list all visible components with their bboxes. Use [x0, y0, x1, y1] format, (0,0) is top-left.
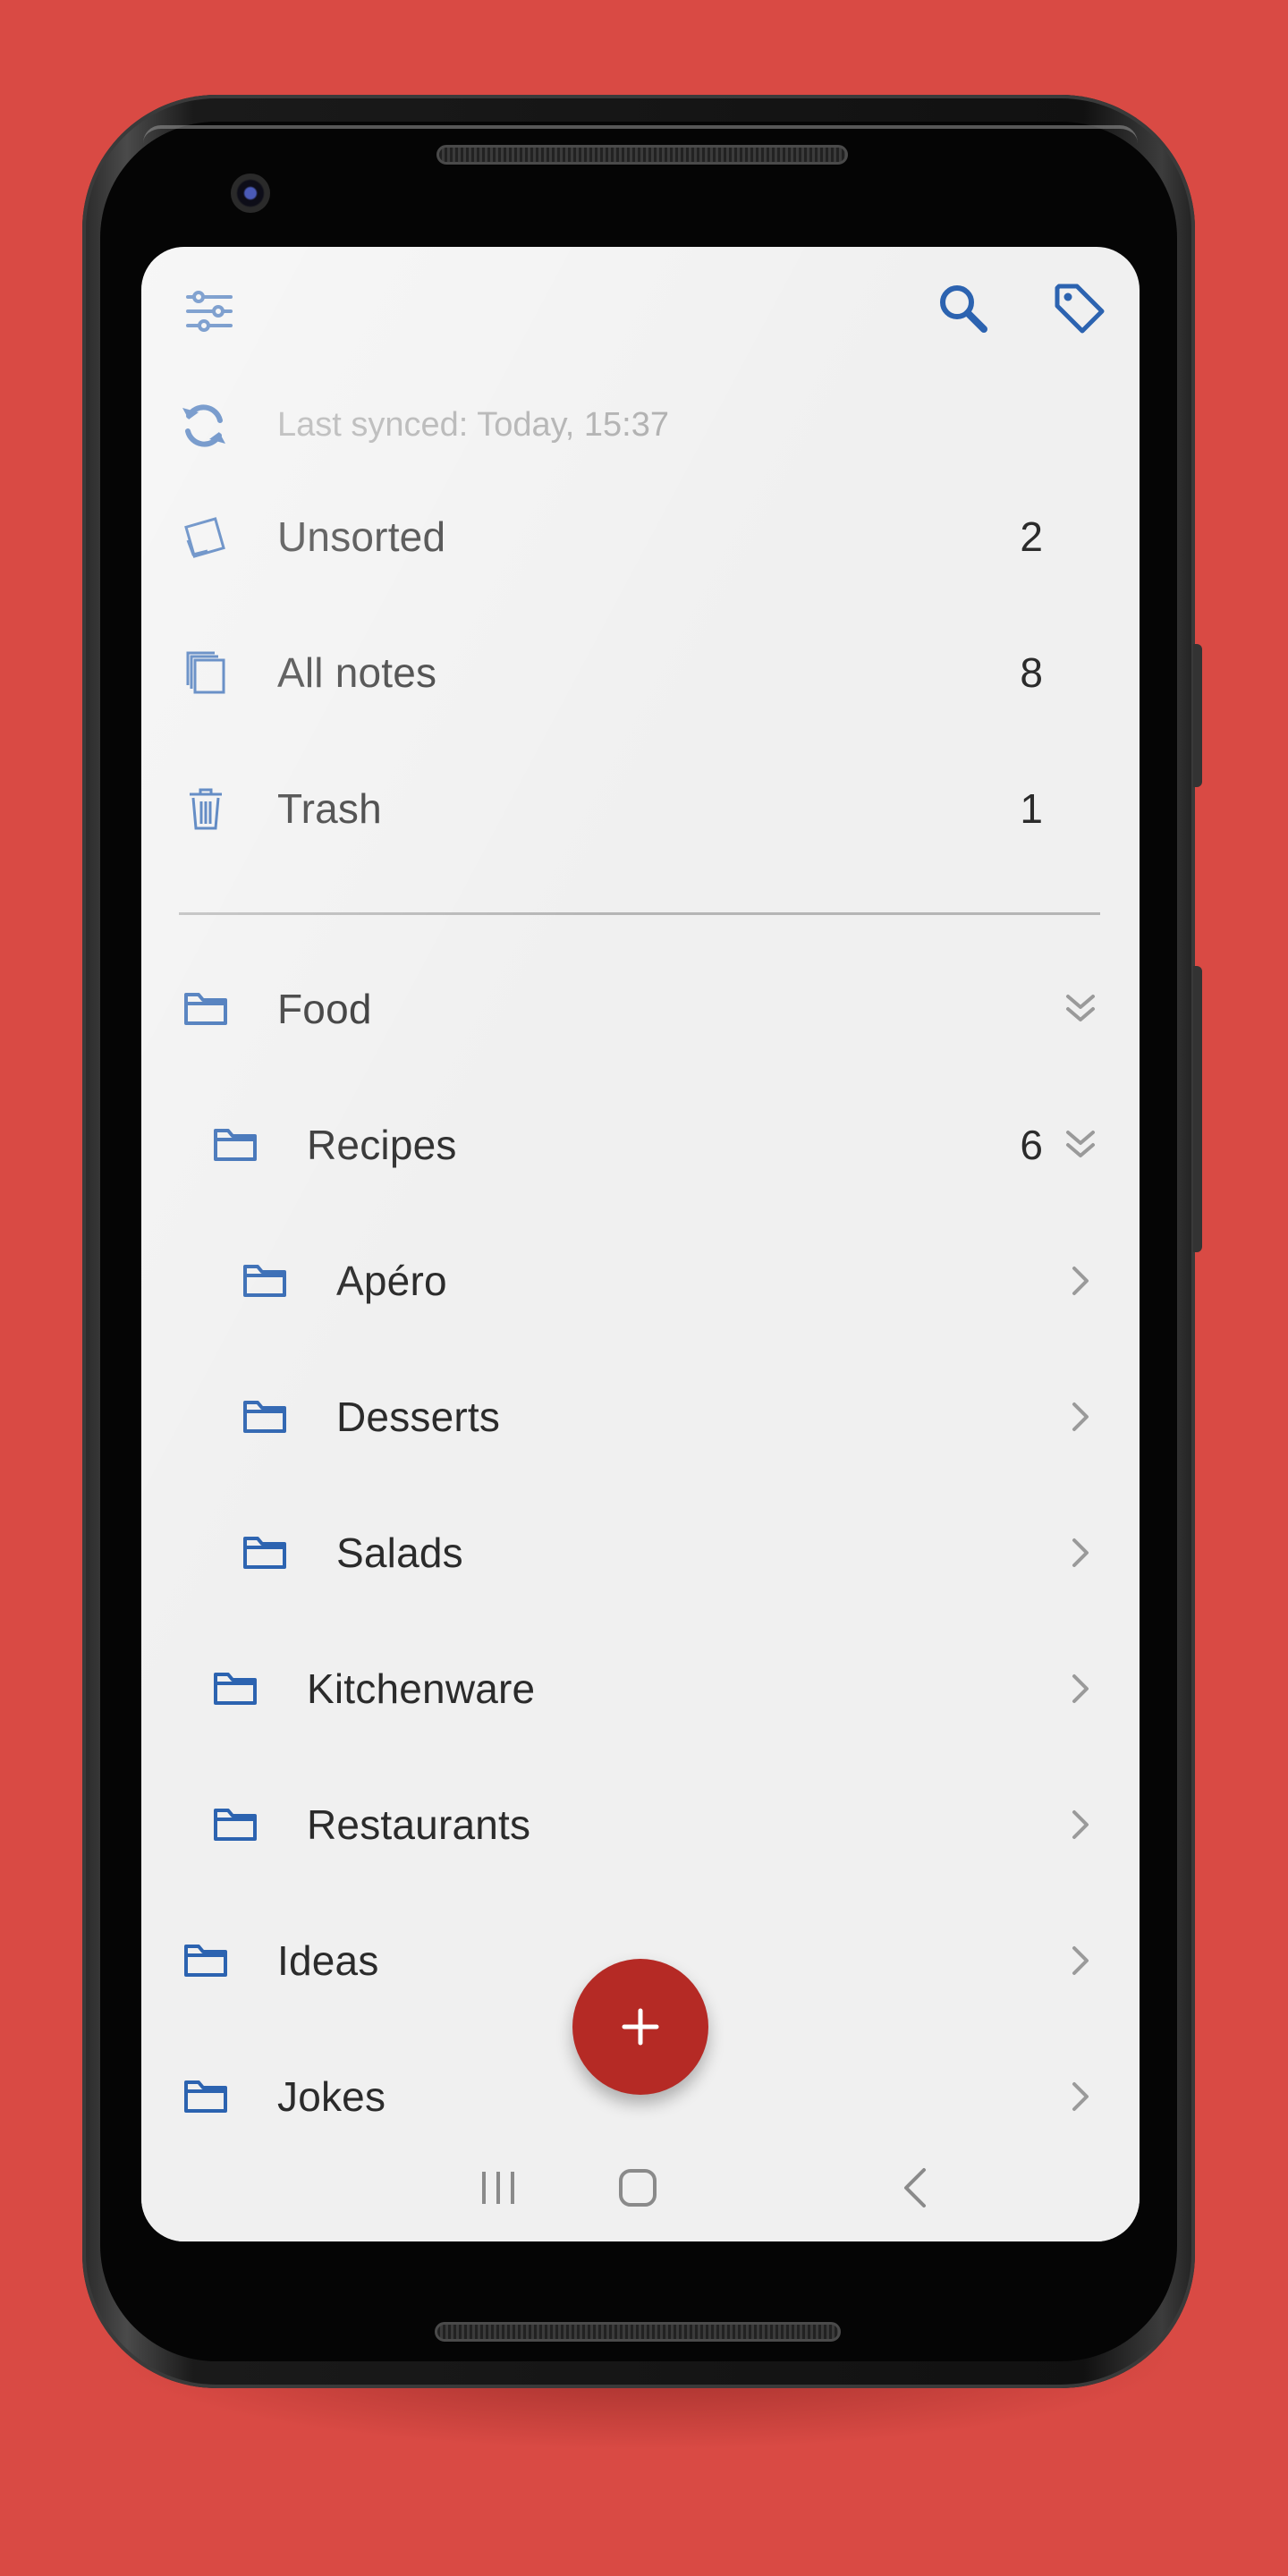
folder-label: Jokes — [277, 2073, 386, 2120]
note-count: 2 — [1020, 513, 1043, 560]
folder-label: Food — [277, 986, 372, 1032]
folder-icon — [181, 984, 231, 1034]
chevron-right-icon[interactable] — [1063, 1263, 1098, 1299]
search-icon[interactable] — [934, 279, 991, 336]
chevron-right-icon[interactable] — [1063, 1535, 1098, 1571]
folder-item-salads[interactable]: Salads — [141, 1485, 1140, 1621]
folder-icon — [181, 1936, 231, 1986]
note-count: 8 — [1020, 649, 1043, 696]
unsorted-icon — [181, 512, 231, 562]
folder-item-recipes[interactable]: Recipes 6 — [141, 1077, 1140, 1213]
chevron-right-icon[interactable] — [1063, 1399, 1098, 1435]
chevron-right-icon[interactable] — [1063, 1943, 1098, 1979]
back-icon[interactable] — [884, 2159, 946, 2216]
list-item-label: Trash — [277, 785, 382, 832]
folder-item-desserts[interactable]: Desserts — [141, 1349, 1140, 1485]
home-icon[interactable] — [606, 2159, 669, 2216]
plus-icon — [622, 2008, 659, 2046]
folder-item-food[interactable]: Food — [141, 941, 1140, 1077]
tag-icon[interactable] — [1050, 279, 1107, 336]
folder-label: Salads — [336, 1530, 463, 1576]
note-count: 6 — [1020, 1122, 1043, 1168]
collapse-chevron-icon[interactable] — [1063, 991, 1098, 1027]
sync-status: Last synced: Today, 15:37 — [141, 381, 1140, 470]
folder-label: Recipes — [307, 1122, 457, 1168]
folder-item-restaurants[interactable]: Restaurants — [141, 1757, 1140, 1893]
list-item-all-notes[interactable]: All notes 8 — [141, 605, 1140, 741]
all-notes-icon — [181, 648, 231, 698]
folder-icon — [240, 1528, 290, 1578]
collapse-chevron-icon[interactable] — [1063, 1127, 1098, 1163]
sync-text: Last synced: Today, 15:37 — [277, 406, 670, 444]
bottom-speaker — [435, 2322, 841, 2342]
folder-icon — [181, 2072, 231, 2122]
folder-label: Apéro — [336, 1258, 447, 1304]
chevron-right-icon[interactable] — [1063, 2079, 1098, 2114]
chevron-right-icon[interactable] — [1063, 1671, 1098, 1707]
list-item-unsorted[interactable]: Unsorted 2 — [141, 469, 1140, 605]
folder-label: Kitchenware — [307, 1665, 536, 1712]
volume-button — [1193, 644, 1202, 787]
folder-icon — [240, 1392, 290, 1442]
folder-label: Ideas — [277, 1937, 379, 1984]
recents-icon[interactable] — [467, 2159, 530, 2216]
list-item-label: Unsorted — [277, 513, 446, 560]
sync-icon[interactable] — [179, 401, 229, 451]
folder-icon — [210, 1800, 260, 1850]
folder-item-ap-ro[interactable]: Apéro — [141, 1213, 1140, 1349]
folder-label: Desserts — [336, 1394, 501, 1440]
add-note-button[interactable] — [572, 1959, 708, 2095]
folder-icon — [240, 1256, 290, 1306]
sliders-icon[interactable] — [181, 283, 238, 340]
bezel-highlight — [143, 125, 1138, 143]
front-camera — [231, 174, 270, 213]
list-item-trash[interactable]: Trash 1 — [141, 741, 1140, 877]
chevron-right-icon[interactable] — [1063, 1807, 1098, 1843]
system-navbar — [141, 2134, 1140, 2241]
list-item-label: All notes — [277, 649, 437, 696]
app-screen: Last synced: Today, 15:37 Unsorted 2 All… — [141, 247, 1140, 2241]
note-count: 1 — [1020, 785, 1043, 832]
folder-icon — [210, 1120, 260, 1170]
folder-item-kitchenware[interactable]: Kitchenware — [141, 1621, 1140, 1757]
folder-label: Restaurants — [307, 1801, 531, 1848]
folder-icon — [210, 1664, 260, 1714]
power-button — [1193, 966, 1202, 1252]
earpiece-speaker — [436, 145, 848, 165]
trash-icon — [181, 784, 231, 834]
section-divider — [179, 912, 1100, 915]
